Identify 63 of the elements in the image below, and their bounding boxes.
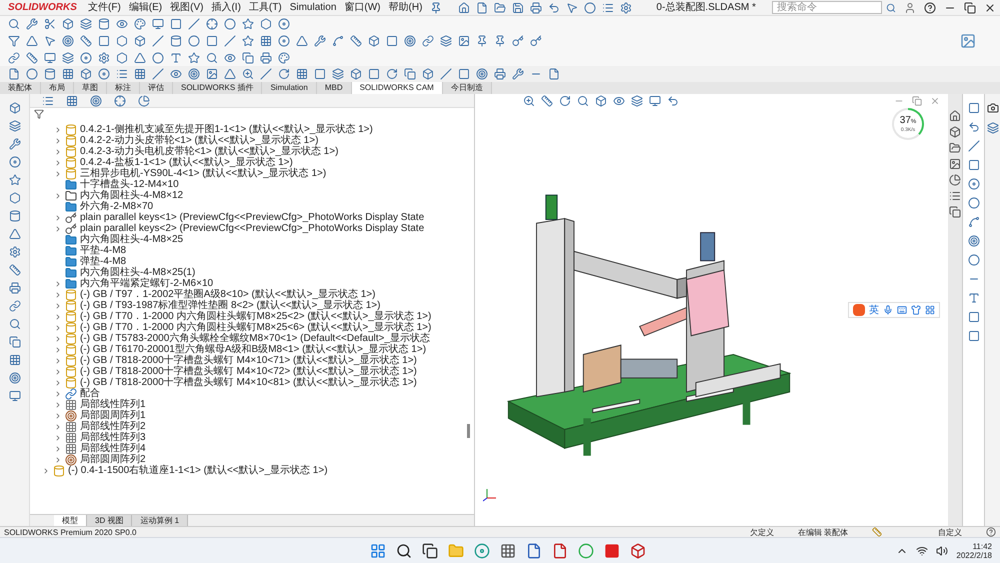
- clock-date[interactable]: 2022/2/18: [956, 550, 992, 560]
- tree-item[interactable]: (-) GB / T97．1-2002平垫圈A级8<10> (默认<<默认>_显示状态 1>): [80, 289, 376, 300]
- tree-item[interactable]: plain parallel keys<2> (PreviewCfg<<PreviewCfg>_PhotoWorks Display State: [80, 223, 424, 234]
- ribbon-tab[interactable]: SOLIDWORKS 插件: [173, 82, 262, 94]
- ribbon-tab[interactable]: 草图: [74, 82, 107, 94]
- tree-item[interactable]: 局部线性阵列4: [80, 443, 146, 454]
- model-tab[interactable]: 3D 视图: [87, 514, 132, 526]
- tree-item[interactable]: (-) GB / T93-1987标准型弹性垫圈 8<2> (默认<<默认>_显示状态 1>): [80, 300, 380, 311]
- tree-item[interactable]: 局部线性阵列3: [80, 432, 146, 443]
- model-tab[interactable]: 运动算例 1: [132, 514, 188, 526]
- clock-time[interactable]: 11:42: [972, 542, 992, 550]
- tree-item[interactable]: 内六角平端紧定螺钉-2-M6×10: [80, 278, 214, 289]
- tree-item[interactable]: 局部线性阵列1: [80, 399, 146, 410]
- tree-item[interactable]: 三相异步电机-YS90L-4<1> (默认<<默认>_显示状态 1>): [80, 168, 326, 179]
- tree-item[interactable]: 0.4.2-3-动力头电机皮带轮<1> (默认<<默认>_显示状态 1>): [80, 146, 338, 157]
- product-version: SOLIDWORKS Premium 2020 SP0.0: [4, 526, 136, 538]
- units-selector[interactable]: 自定义: [938, 526, 962, 538]
- tree-item[interactable]: (-) GB / T70．1-2000 内六角圆柱头螺钉M8×25<2> (默认<<默认>_显示状态 1>): [80, 311, 432, 322]
- tree-item[interactable]: 平垫-4-M8: [80, 245, 126, 256]
- ribbon-tab[interactable]: Simulation: [262, 82, 317, 94]
- tree-item[interactable]: (-) GB / T6170-20001型六角螺母A级和B级M8<1> (默认<<默认>_显示状态 1>): [80, 344, 426, 355]
- ribbon-tab[interactable]: MBD: [316, 82, 352, 94]
- tree-item[interactable]: 局部圆周阵列2: [80, 454, 146, 465]
- menu-item[interactable]: 帮助(H): [388, 0, 422, 14]
- tree-item[interactable]: 弹垫-4-M8: [80, 256, 126, 267]
- tree-item[interactable]: 十字槽盘头-12-M4×10: [80, 179, 179, 190]
- menu-item[interactable]: 视图(V): [170, 0, 204, 14]
- tree-item[interactable]: plain parallel keys<1> (PreviewCfg<<PreviewCfg>_PhotoWorks Display State: [80, 212, 424, 223]
- tree-item[interactable]: (-) GB / T5783-2000六角头螺栓全螺纹M8×70<1> (Default<<Default>_显示状态: [80, 333, 430, 344]
- ime-language-toggle[interactable]: 英: [869, 302, 879, 318]
- menu-item[interactable]: 窗口(W): [344, 0, 381, 14]
- tree-item[interactable]: 局部线性阵列2: [80, 421, 146, 432]
- status-text: 欠定义: [750, 526, 774, 538]
- menu-item[interactable]: 文件(F): [88, 0, 121, 14]
- tree-item[interactable]: 0.4.2-1-侧推机支减至先提开图1-1<1> (默认<<默认>_显示状态 1>): [80, 124, 373, 135]
- ribbon-tab[interactable]: 标注: [107, 82, 140, 94]
- tree-item[interactable]: (-) GB / T818-2000十字槽盘头螺钉 M4×10<81> (默认<<默认>_显示状态 1>): [80, 377, 417, 388]
- tree-item[interactable]: 配合: [80, 388, 100, 399]
- tree-item[interactable]: 内六角圆柱头-4-M8×12: [80, 190, 184, 201]
- tree-item[interactable]: (-) 0.4-1-1500右轨道座1-1<1> (默认<<默认>_显示状态 1>): [68, 465, 328, 476]
- menu-item[interactable]: 工具(T): [248, 0, 282, 14]
- tree-item[interactable]: (-) GB / T70．1-2000 内六角圆柱头螺钉M8×25<6> (默认<<默认>_显示状态 1>): [80, 322, 432, 333]
- model-tab[interactable]: 模型: [54, 514, 87, 526]
- tree-item[interactable]: 内六角圆柱头-4-M8×25: [80, 234, 184, 245]
- tree-item[interactable]: 0.4.2-2-动力头皮带轮<1> (默认<<默认>_显示状态 1>): [80, 135, 318, 146]
- ribbon-tab[interactable]: 布局: [41, 82, 74, 94]
- tree-item[interactable]: (-) GB / T818-2000十字槽盘头螺钉 M4×10<71> (默认<<默认>_显示状态 1>): [80, 355, 417, 366]
- ribbon-tab[interactable]: 评估: [140, 82, 173, 94]
- app-logo: SOLIDWORKS: [7, 1, 78, 15]
- status-text: 在编辑 装配体: [798, 526, 848, 538]
- tree-item[interactable]: (-) GB / T818-2000十字槽盘头螺钉 M4×10<72> (默认<<默认>_显示状态 1>): [80, 366, 417, 377]
- window-title: 0-总装配图.SLDASM *: [656, 0, 756, 15]
- menu-item[interactable]: 插入(I): [211, 0, 241, 14]
- ribbon-tab[interactable]: SOLIDWORKS CAM: [352, 82, 443, 94]
- ribbon-tab[interactable]: 今日制造: [442, 82, 492, 94]
- tree-item[interactable]: 内六角圆柱头-4-M8×25(1): [80, 267, 196, 278]
- menu-item[interactable]: 编辑(E): [128, 0, 162, 14]
- search-field[interactable]: 搜索命令: [772, 1, 882, 14]
- menu-item[interactable]: Simulation: [290, 0, 336, 14]
- ribbon-tab[interactable]: 装配体: [0, 82, 41, 94]
- tree-item[interactable]: 0.4.2-4-盐板1-1<1> (默认<<默认>_显示状态 1>): [80, 157, 293, 168]
- tree-item[interactable]: 外六角-2-M8×70: [80, 201, 154, 212]
- tree-item[interactable]: 局部圆周阵列1: [80, 410, 146, 421]
